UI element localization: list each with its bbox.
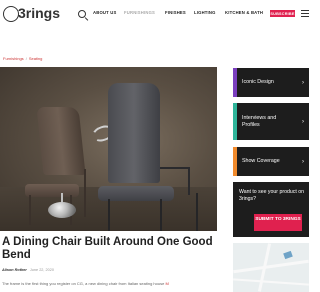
article-author[interactable]: Alison Rother (2, 268, 27, 272)
hamburger-menu-icon[interactable] (301, 10, 309, 18)
search-icon[interactable] (78, 10, 86, 18)
chevron-right-icon: › (302, 118, 304, 125)
sidebar-card-label: Interviews and Profiles (242, 114, 277, 128)
sidebar-card-accent (233, 147, 237, 176)
site-header: 3rings ABOUT US FURNISHINGS FINISHES LIG… (0, 0, 313, 30)
grey-chair-arm (160, 167, 190, 169)
nav-about-us[interactable]: ABOUT US (93, 10, 116, 15)
submit-button[interactable]: SUBMIT TO 3RINGS (254, 214, 302, 231)
grey-chair-back (108, 83, 160, 183)
brown-chair-leg (84, 169, 86, 217)
article-date: June 22, 2020 (29, 268, 54, 272)
grey-chair-arm-post (188, 167, 190, 195)
submit-promo: Want to see your product on 3rings? SUBM… (233, 182, 309, 237)
article-intro-text: The frame is the first thing you registe… (2, 281, 165, 286)
nav-finishes[interactable]: FINISHES (165, 10, 186, 15)
sidebar-card-interviews[interactable]: Interviews and Profiles › (233, 103, 309, 140)
glass-vase (48, 202, 76, 218)
logo-text: 3rings (18, 5, 61, 21)
sidebar-card-label: Iconic Design (242, 79, 274, 85)
promo-text: Want to see your product on 3rings? (239, 189, 304, 202)
site-logo[interactable]: 3rings (3, 4, 60, 26)
grey-chair-leg (196, 193, 198, 231)
grey-chair-leg (160, 199, 162, 231)
sidebar-card-iconic-design[interactable]: Iconic Design › (233, 68, 309, 97)
map-marker-icon (283, 250, 293, 260)
article-byline: Alison Rother June 22, 2020 (2, 268, 54, 272)
nav-kitchen-bath[interactable]: KITCHEN & BATH (225, 10, 263, 15)
breadcrumb: Furnishings / Seating (3, 56, 42, 61)
brown-chair-leg (29, 195, 31, 225)
chevron-right-icon: › (302, 158, 304, 165)
hero-image (0, 67, 217, 231)
map-road (233, 259, 309, 274)
map-road (233, 278, 309, 286)
sidebar-card-accent (233, 103, 237, 140)
nav-lighting[interactable]: LIGHTING (194, 10, 216, 15)
breadcrumb-furnishings[interactable]: Furnishings (3, 56, 24, 61)
grey-chair-leg (108, 199, 110, 231)
sidebar-card-show-coverage[interactable]: Show Coverage › (233, 147, 309, 176)
chevron-right-icon: › (302, 79, 304, 86)
article-intro: The frame is the first thing you registe… (2, 281, 217, 286)
sidebar-card-accent (233, 68, 237, 97)
subscribe-button[interactable]: SUBSCRIBE (270, 10, 295, 17)
nav-furnishings[interactable]: FURNISHINGS (124, 10, 155, 15)
breadcrumb-seating[interactable]: Seating (29, 56, 43, 61)
logo-ring-icon (3, 6, 19, 22)
map-advertisement[interactable] (233, 243, 309, 292)
sidebar-card-label: Show Coverage (242, 158, 280, 164)
brown-chair-back (36, 107, 86, 175)
article-intro-link[interactable]: M (165, 281, 168, 286)
article-title: A Dining Chair Built Around One Good Ben… (2, 236, 213, 261)
